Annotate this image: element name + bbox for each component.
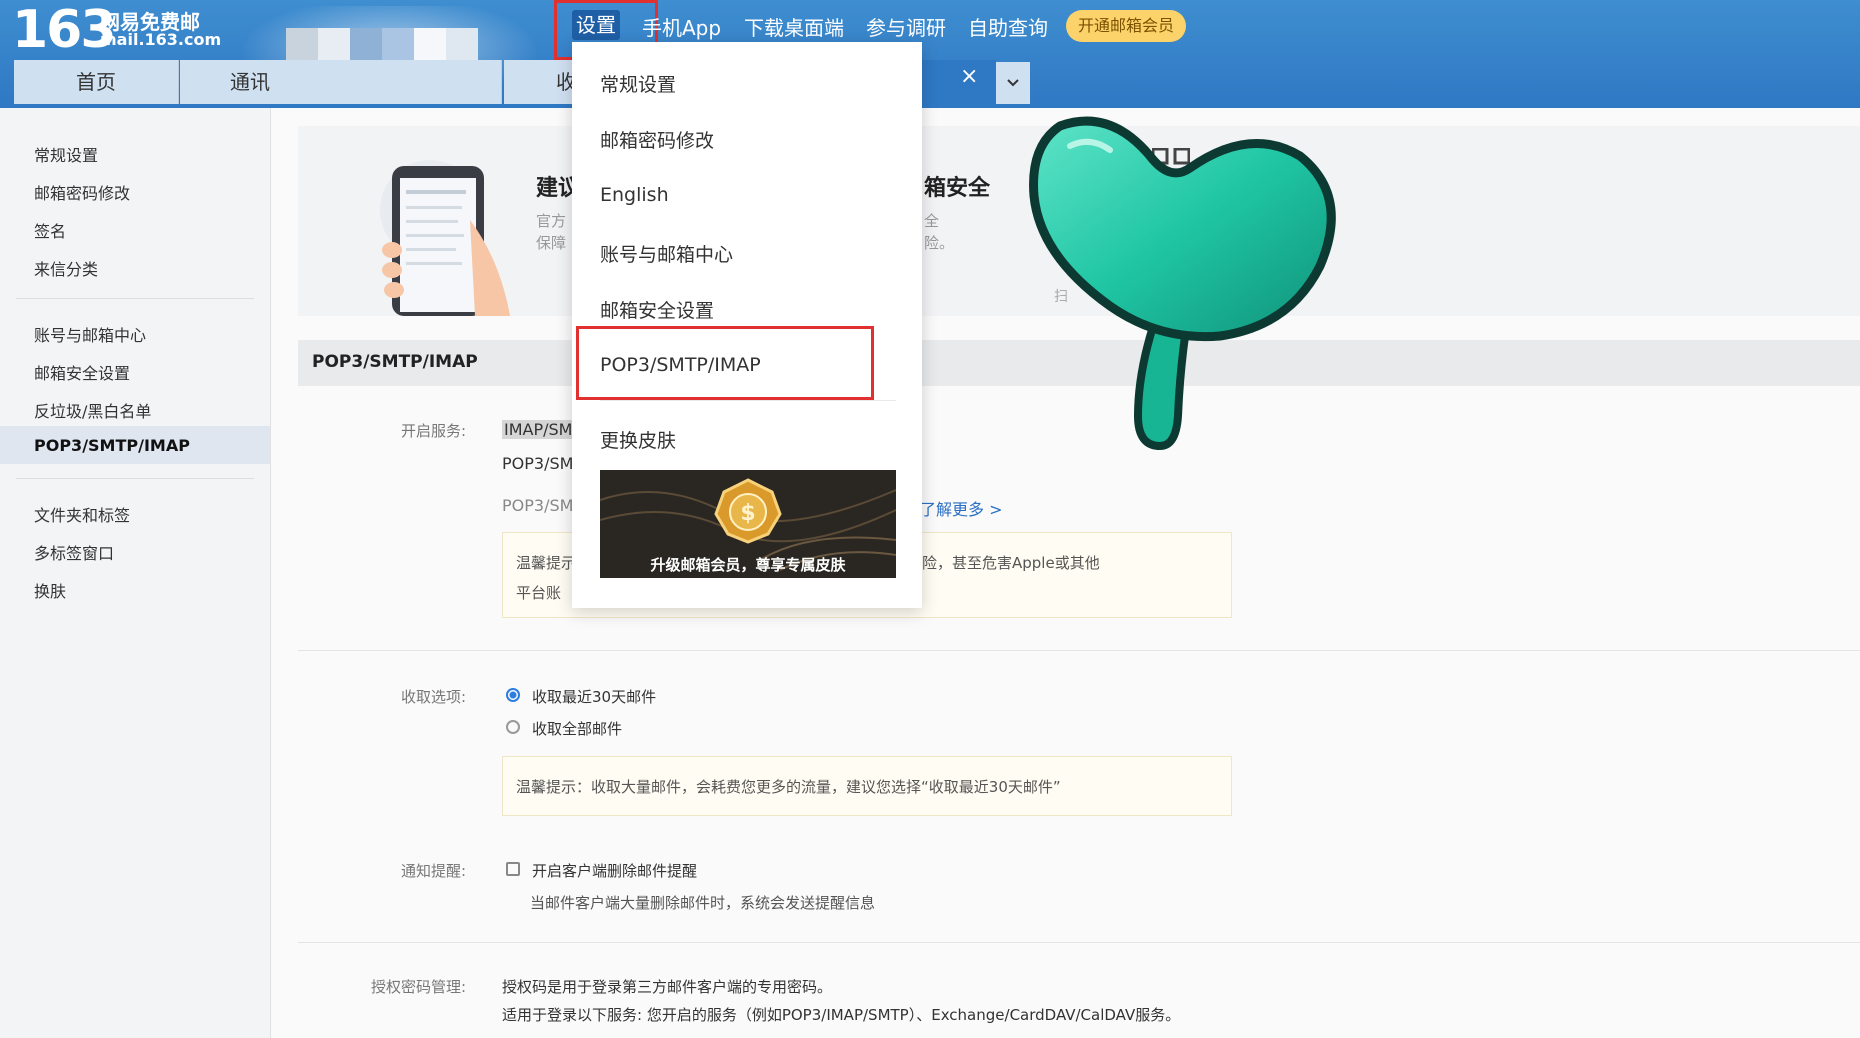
service-label: 开启服务:	[400, 422, 466, 440]
sidebar-item-skin[interactable]: 换肤	[34, 578, 66, 602]
row-divider	[298, 650, 1860, 651]
sidebar-divider	[16, 298, 254, 299]
sidebar-divider	[16, 478, 254, 479]
service-pop3-status: POP3/SM	[502, 496, 574, 515]
radio-all-mail[interactable]	[506, 720, 520, 734]
mosaic-block	[318, 28, 350, 62]
logo-domain: mail.163.com	[100, 30, 222, 49]
sidebar-item-folders[interactable]: 文件夹和标签	[34, 502, 130, 526]
tab-contacts[interactable]: 通讯	[180, 60, 502, 104]
service-tip-right: 险，甚至危害Apple或其他	[922, 554, 1100, 572]
menu-item-change-skin[interactable]: 更换皮肤	[600, 426, 676, 453]
nav-self-service[interactable]: 自助查询	[968, 12, 1048, 41]
banner-desc-right-1: 全	[924, 212, 940, 230]
mosaic-block	[414, 28, 446, 62]
notify-checkbox[interactable]	[506, 862, 520, 876]
row-divider	[298, 942, 1860, 943]
radio-recent-30-days[interactable]	[506, 688, 520, 702]
notify-label: 通知提醒:	[400, 862, 466, 880]
service-pop3-line: POP3/SM	[502, 454, 574, 473]
receive-label: 收取选项:	[400, 688, 466, 706]
sidebar-item-account-center[interactable]: 账号与邮箱中心	[34, 322, 146, 346]
phone-illustration	[370, 150, 520, 316]
auth-desc-1: 授权码是用于登录第三方邮件客户端的专用密码。	[502, 978, 833, 996]
promo-text: 升级邮箱会员，尊享专属皮肤	[650, 556, 846, 574]
vip-button[interactable]: 开通邮箱会员	[1066, 10, 1186, 42]
receive-tip-text: 温馨提示：收取大量邮件，会耗费您更多的流量，建议您选择“收取最近30天邮件”	[516, 778, 1061, 796]
menu-item-password[interactable]: 邮箱密码修改	[600, 126, 714, 153]
sidebar-item-antispam[interactable]: 反垃圾/黑白名单	[34, 398, 151, 422]
tab-home[interactable]: 首页	[14, 60, 179, 104]
nav-download-desktop[interactable]: 下载桌面端	[744, 12, 844, 41]
menu-divider	[600, 400, 896, 401]
sidebar-item-pop3[interactable]: POP3/SMTP/IMAP	[34, 436, 190, 455]
sidebar-item-general[interactable]: 常规设置	[34, 142, 98, 166]
service-tip-left-1: 温馨提示	[516, 554, 577, 572]
notify-checkbox-label[interactable]: 开启客户端删除邮件提醒	[532, 860, 697, 881]
close-icon[interactable]: ×	[960, 64, 978, 89]
mosaic-block	[286, 28, 318, 62]
learn-more-link[interactable]: 了解更多 >	[920, 496, 1003, 520]
radio-all-mail-label[interactable]: 收取全部邮件	[532, 718, 622, 739]
nav-survey[interactable]: 参与调研	[866, 12, 946, 41]
sidebar-item-multitab[interactable]: 多标签窗口	[34, 540, 114, 564]
nav-mobile-app[interactable]: 手机App	[642, 12, 721, 41]
banner-desc-right-2: 险。	[924, 234, 955, 252]
notify-note: 当邮件客户端大量删除邮件时，系统会发送提醒信息	[530, 894, 876, 912]
sidebar-item-mail-filter[interactable]: 来信分类	[34, 256, 98, 280]
menu-item-account-center[interactable]: 账号与邮箱中心	[600, 240, 733, 267]
menu-item-general[interactable]: 常规设置	[600, 70, 676, 97]
banner-desc-left-2: 保障	[536, 234, 567, 252]
sidebar-item-security[interactable]: 邮箱安全设置	[34, 360, 130, 384]
mosaic-block	[350, 28, 382, 62]
sidebar-item-password[interactable]: 邮箱密码修改	[34, 180, 130, 204]
highlight-box-pop3	[576, 326, 874, 400]
menu-item-security[interactable]: 邮箱安全设置	[600, 296, 714, 323]
sprout-icon	[1020, 116, 1350, 456]
banner-desc-left-1: 官方	[536, 212, 567, 230]
radio-recent-30-days-label[interactable]: 收取最近30天邮件	[532, 686, 656, 707]
menu-item-english[interactable]: English	[600, 184, 669, 206]
service-tip-left-2: 平台账	[516, 584, 562, 602]
banner-title-right: 箱安全	[924, 176, 991, 201]
mosaic-block	[382, 28, 414, 62]
sidebar-item-signature[interactable]: 签名	[34, 218, 66, 242]
settings-sidebar	[0, 108, 271, 1038]
brand-logo[interactable]: 163 网易免费邮 mail.163.com	[0, 0, 221, 60]
chevron-down-icon[interactable]	[996, 62, 1030, 104]
svg-text:$: $	[740, 501, 755, 526]
service-imap-line: IMAP/SM	[502, 420, 575, 439]
section-title: POP3/SMTP/IMAP	[312, 352, 478, 372]
auth-label: 授权密码管理:	[370, 978, 466, 996]
auth-desc-2: 适用于登录以下服务: 您开启的服务（例如POP3/IMAP/SMTP）、Exch…	[502, 1006, 1181, 1024]
mosaic-block	[446, 28, 478, 62]
